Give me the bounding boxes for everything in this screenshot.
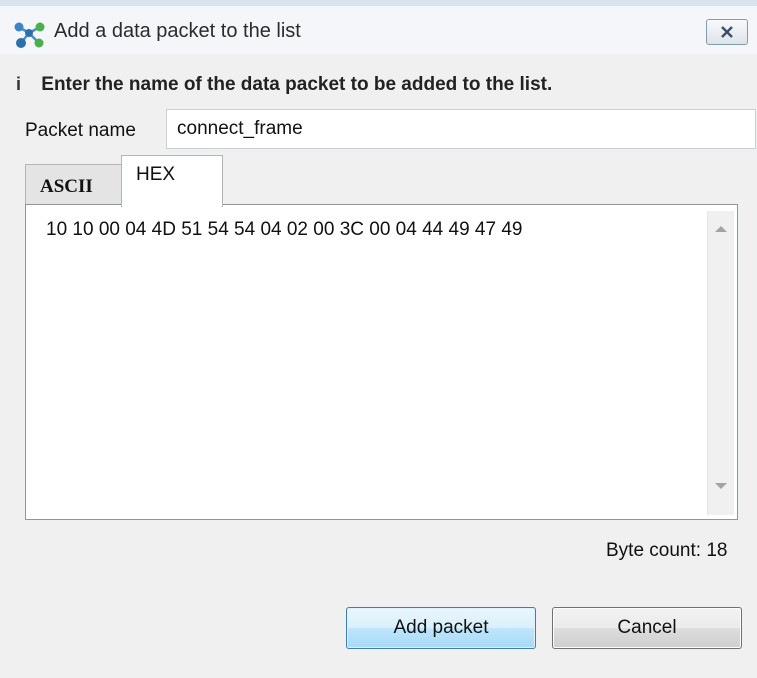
close-icon — [721, 26, 733, 38]
hex-content: 10 10 00 04 4D 51 54 54 04 02 00 3C 00 0… — [46, 219, 523, 240]
vertical-scrollbar[interactable] — [707, 211, 734, 515]
network-nodes-icon — [14, 22, 45, 48]
tab-ascii[interactable]: ASCII — [25, 164, 122, 204]
byte-count: Byte count: 18 — [606, 540, 728, 561]
hex-text-area[interactable]: 10 10 00 04 4D 51 54 54 04 02 00 3C 00 0… — [25, 204, 738, 520]
tab-hex[interactable]: HEX — [121, 155, 223, 207]
packet-name-input[interactable] — [166, 109, 756, 149]
scroll-down-icon[interactable] — [715, 483, 727, 489]
packet-name-label: Packet name — [25, 120, 136, 141]
info-text: Enter the name of the data packet to be … — [41, 74, 553, 95]
title-bar: Add a data packet to the list — [0, 6, 757, 54]
add-packet-button[interactable]: Add packet — [346, 607, 536, 649]
info-icon: i — [16, 74, 22, 94]
close-button[interactable] — [706, 19, 748, 45]
info-message: i Enter the name of the data packet to b… — [16, 74, 552, 96]
scroll-up-icon[interactable] — [715, 226, 727, 232]
cancel-button[interactable]: Cancel — [552, 607, 742, 649]
window-title: Add a data packet to the list — [54, 20, 301, 42]
